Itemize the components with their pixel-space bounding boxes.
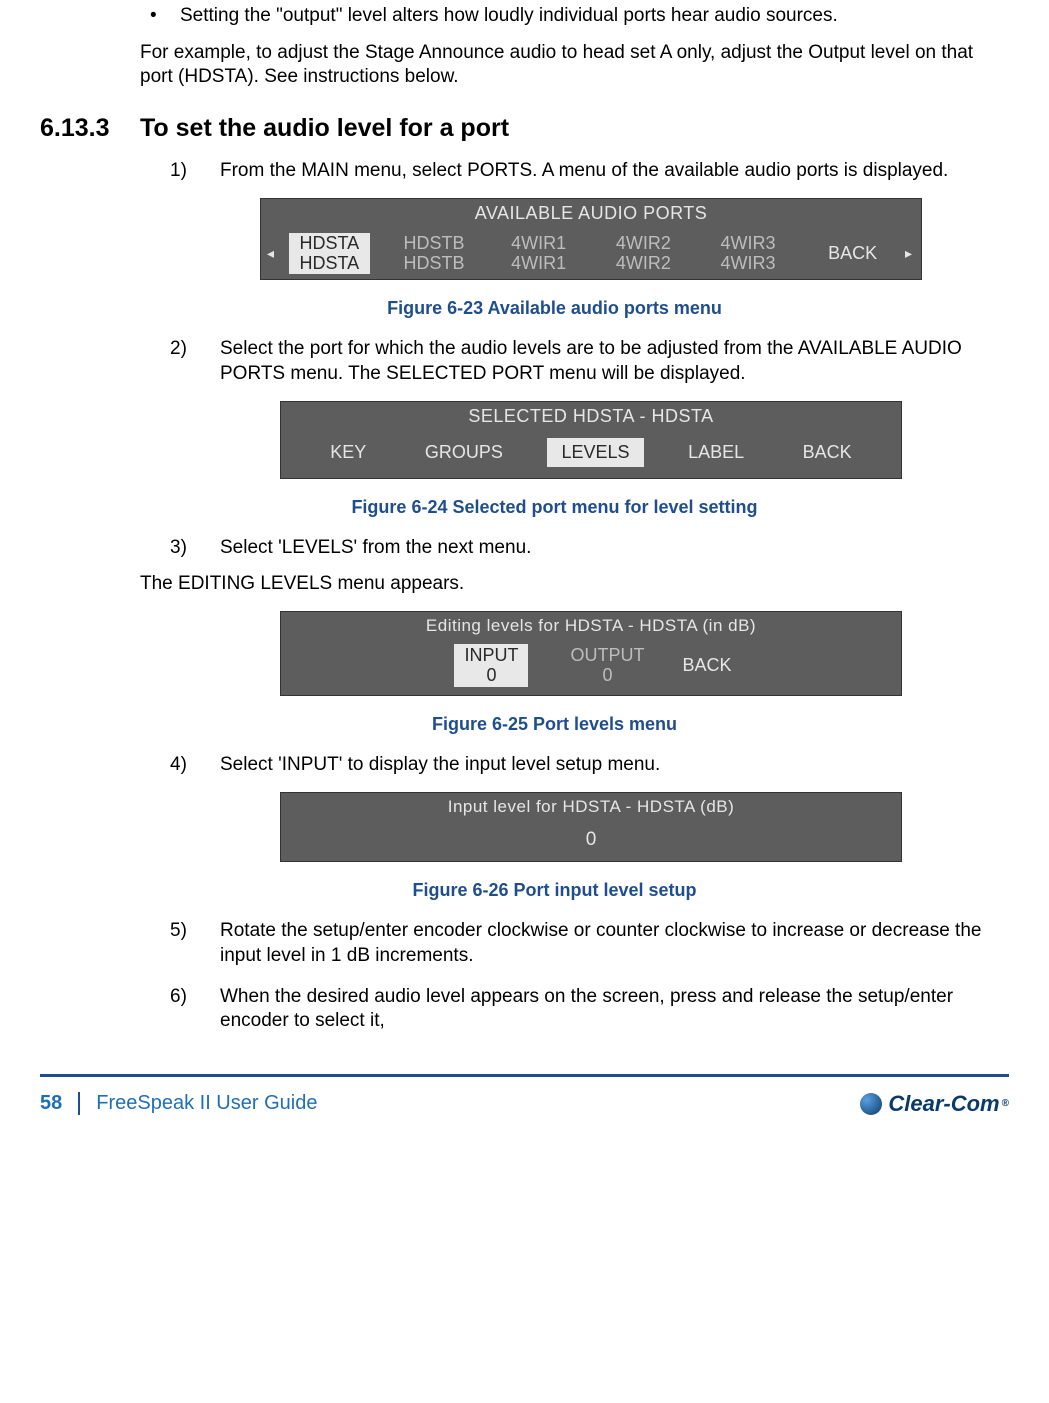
step-text: When the desired audio level appears on … <box>220 985 1009 1034</box>
lcd-back: BACK <box>804 241 901 266</box>
step-2: 2) Select the port for which the audio l… <box>170 337 1009 386</box>
lcd-selected-port: SELECTED HDSTA - HDSTA KEY GROUPS LEVELS… <box>280 401 902 479</box>
step-5: 5) Rotate the setup/enter encoder clockw… <box>170 919 1009 968</box>
bullet-text: Setting the "output" level alters how lo… <box>180 4 838 29</box>
lcd-item: LABEL <box>674 438 758 467</box>
step-number: 3) <box>170 536 220 561</box>
lcd-item: BACK <box>789 438 866 467</box>
lcd-item-selected: LEVELS <box>547 438 643 467</box>
lcd-editing-levels: Editing levels for HDSTA - HDSTA (in dB)… <box>280 611 902 697</box>
step-text: Select the port for which the audio leve… <box>220 337 1009 386</box>
lcd-output-label: OUTPUT <box>570 646 644 666</box>
lcd-item: KEY <box>316 438 380 467</box>
guide-title: FreeSpeak II User Guide <box>96 1092 317 1115</box>
lcd-left-arrow-icon: ◂ <box>267 245 277 262</box>
step-number: 2) <box>170 337 220 386</box>
figure-caption: Figure 6-25 Port levels menu <box>100 714 1009 735</box>
section-title: To set the audio level for a port <box>140 114 509 143</box>
brand-logo-icon <box>860 1093 882 1115</box>
lcd-port: HDSTB <box>394 233 475 254</box>
figure-caption: Figure 6-24 Selected port menu for level… <box>100 497 1009 518</box>
step-number: 5) <box>170 919 220 968</box>
step-number: 1) <box>170 159 220 184</box>
lcd-input-value: 0 <box>486 666 496 686</box>
lcd-title: Editing levels for HDSTA - HDSTA (in dB) <box>281 612 901 640</box>
brand-logo: Clear-Com ® <box>860 1091 1009 1117</box>
lcd-port: HDSTB <box>394 253 475 274</box>
step-3: 3) Select 'LEVELS' from the next menu. <box>170 536 1009 561</box>
step-number: 4) <box>170 753 220 778</box>
figure-caption: Figure 6-26 Port input level setup <box>100 880 1009 901</box>
step-text: From the MAIN menu, select PORTS. A menu… <box>220 159 1009 184</box>
lcd-port: HDSTA <box>289 253 370 274</box>
lcd-port: 4WIR3 <box>708 253 789 274</box>
lcd-available-ports: AVAILABLE AUDIO PORTS ◂ HDSTA HDSTA HDST… <box>260 198 922 280</box>
intro-example: For example, to adjust the Stage Announc… <box>140 41 1009 90</box>
lcd-input-level: Input level for HDSTA - HDSTA (dB) 0 <box>280 792 902 862</box>
bullet-dot: • <box>150 4 180 29</box>
page-footer: 58 FreeSpeak II User Guide Clear-Com ® <box>40 1074 1009 1127</box>
page-number: 58 <box>40 1092 80 1115</box>
step-4: 4) Select 'INPUT' to display the input l… <box>170 753 1009 778</box>
section-heading: 6.13.3 To set the audio level for a port <box>40 114 1009 143</box>
step-number: 6) <box>170 985 220 1034</box>
lcd-port: 4WIR2 <box>603 253 684 274</box>
lcd-port: HDSTA <box>289 233 370 254</box>
lcd-input-label: INPUT <box>464 646 518 666</box>
section-number: 6.13.3 <box>40 114 140 143</box>
step-6: 6) When the desired audio level appears … <box>170 985 1009 1034</box>
lcd-right-arrow-icon: ▸ <box>905 245 915 262</box>
lcd-port: 4WIR1 <box>498 233 579 254</box>
lcd-port: 4WIR3 <box>708 233 789 254</box>
lcd-item: GROUPS <box>411 438 517 467</box>
after-step-3: The EDITING LEVELS menu appears. <box>140 572 1009 597</box>
lcd-port: 4WIR2 <box>603 233 684 254</box>
lcd-input-value: 0 <box>281 821 901 861</box>
lcd-port: 4WIR1 <box>498 253 579 274</box>
lcd-title: AVAILABLE AUDIO PORTS <box>261 199 921 228</box>
lcd-title: SELECTED HDSTA - HDSTA <box>281 402 901 431</box>
step-text: Select 'LEVELS' from the next menu. <box>220 536 1009 561</box>
figure-caption: Figure 6-23 Available audio ports menu <box>100 298 1009 319</box>
step-text: Select 'INPUT' to display the input leve… <box>220 753 1009 778</box>
lcd-title: Input level for HDSTA - HDSTA (dB) <box>281 793 901 821</box>
lcd-back: BACK <box>674 653 739 678</box>
brand-name: Clear-Com <box>888 1091 999 1117</box>
bullet-item: • Setting the "output" level alters how … <box>150 4 1009 29</box>
step-text: Rotate the setup/enter encoder clockwise… <box>220 919 1009 968</box>
lcd-output-value: 0 <box>602 666 612 686</box>
brand-registered: ® <box>1002 1098 1009 1109</box>
step-1: 1) From the MAIN menu, select PORTS. A m… <box>170 159 1009 184</box>
